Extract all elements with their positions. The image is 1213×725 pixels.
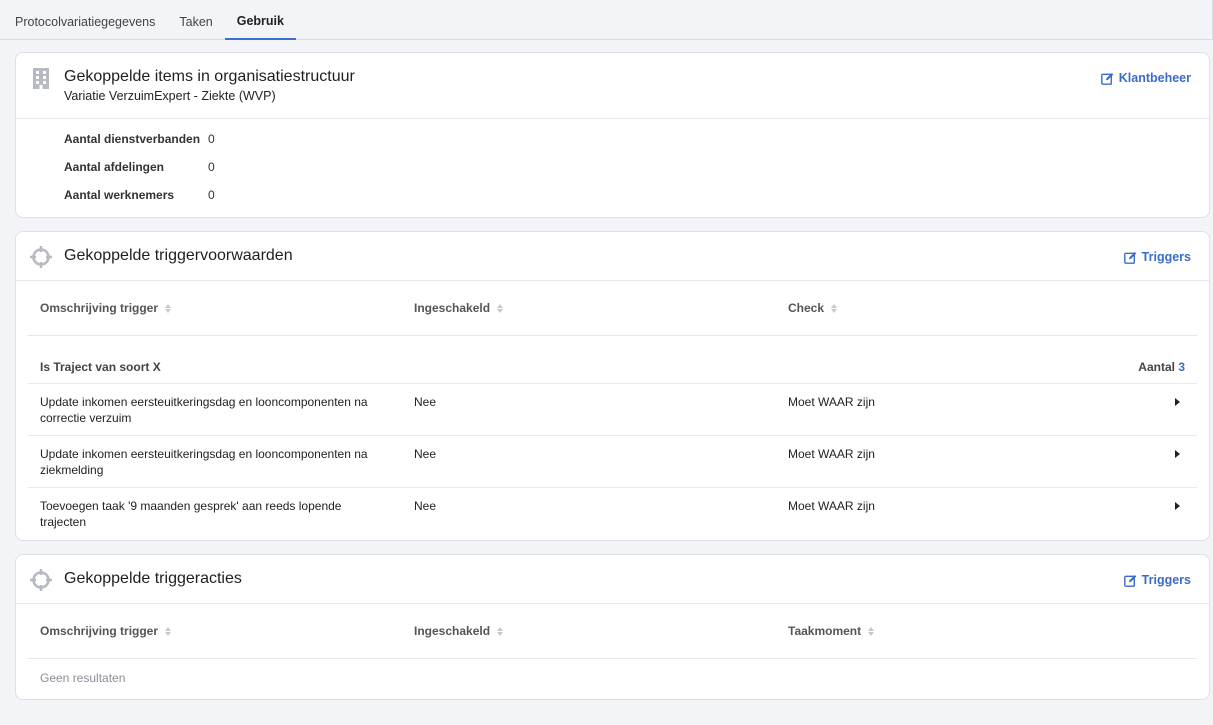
sort-icon: [831, 303, 838, 313]
column-header-taakmoment[interactable]: Taakmoment: [776, 624, 1197, 638]
group-row[interactable]: Is Traject van soort X Aantal 3: [28, 336, 1197, 384]
conditions-card: Gekoppelde triggervoorwaarden Triggers O…: [15, 231, 1210, 541]
sort-icon: [497, 626, 504, 636]
org-row-dienstverbanden: Aantal dienstverbanden 0: [64, 132, 215, 146]
sort-icon: [497, 303, 504, 313]
actions-table-header: Omschrijving trigger Ingeschakeld Taakmo…: [28, 604, 1197, 659]
org-row-afdelingen: Aantal afdelingen 0: [64, 160, 215, 174]
table-row[interactable]: Update inkomen eersteuitkeringsdag en lo…: [28, 436, 1197, 488]
group-label: Is Traject van soort X: [40, 359, 161, 374]
building-icon: [30, 67, 52, 89]
actions-card-title: Gekoppelde triggeracties: [64, 570, 242, 587]
org-card-header: Gekoppelde items in organisatiestructuur…: [16, 53, 1209, 119]
empty-results: Geen resultaten: [40, 671, 126, 685]
tab-bar: Protocolvariatiegegevens Taken Gebruik: [0, 0, 1213, 40]
tab-taken[interactable]: Taken: [167, 4, 224, 39]
tab-protocolvariatiegegevens[interactable]: Protocolvariatiegegevens: [3, 4, 167, 39]
edit-icon: [1100, 72, 1114, 85]
org-row-werknemers: Aantal werknemers 0: [64, 188, 215, 202]
group-count: Aantal 3: [1138, 359, 1185, 374]
table-row[interactable]: Update inkomen eersteuitkeringsdag en lo…: [28, 384, 1197, 436]
table-row[interactable]: Toevoegen taak '9 maanden gesprek' aan r…: [28, 488, 1197, 540]
edit-icon: [1123, 574, 1136, 587]
expand-caret-icon[interactable]: [1157, 394, 1197, 406]
org-card-subtitle: Variatie VerzuimExpert - Ziekte (WVP): [64, 89, 276, 103]
conditions-card-title: Gekoppelde triggervoorwaarden: [64, 247, 293, 264]
org-stats: Aantal dienstverbanden 0 Aantal afdeling…: [16, 119, 1209, 217]
column-header-omschrijving[interactable]: Omschrijving trigger: [28, 624, 402, 638]
klantbeheer-link[interactable]: Klantbeheer: [1100, 71, 1191, 85]
actions-card: Gekoppelde triggeracties Triggers Omschr…: [15, 554, 1210, 700]
expand-caret-icon[interactable]: [1157, 446, 1197, 458]
crosshair-icon: [30, 569, 52, 591]
org-card: Gekoppelde items in organisatiestructuur…: [15, 52, 1210, 218]
expand-caret-icon[interactable]: [1157, 498, 1197, 510]
crosshair-icon: [30, 246, 52, 268]
column-header-check[interactable]: Check: [776, 301, 1197, 315]
tab-gebruik[interactable]: Gebruik: [224, 4, 296, 40]
edit-icon: [1123, 251, 1136, 264]
column-header-ingeschakeld[interactable]: Ingeschakeld: [402, 624, 776, 638]
actions-card-header: Gekoppelde triggeracties Triggers: [16, 555, 1209, 604]
main-content: Gekoppelde items in organisatiestructuur…: [0, 40, 1213, 700]
sort-icon: [165, 303, 172, 313]
conditions-card-header: Gekoppelde triggervoorwaarden Triggers: [16, 232, 1209, 281]
sort-icon: [868, 626, 875, 636]
column-header-omschrijving[interactable]: Omschrijving trigger: [28, 301, 402, 315]
column-header-ingeschakeld[interactable]: Ingeschakeld: [402, 301, 776, 315]
org-card-title: Gekoppelde items in organisatiestructuur: [64, 68, 355, 85]
triggers-link-actions[interactable]: Triggers: [1123, 573, 1191, 587]
triggers-link-conditions[interactable]: Triggers: [1123, 250, 1191, 264]
conditions-table-header: Omschrijving trigger Ingeschakeld Check: [28, 281, 1197, 336]
conditions-table: Omschrijving trigger Ingeschakeld Check …: [16, 281, 1209, 540]
sort-icon: [165, 626, 172, 636]
actions-table: Omschrijving trigger Ingeschakeld Taakmo…: [16, 604, 1209, 659]
